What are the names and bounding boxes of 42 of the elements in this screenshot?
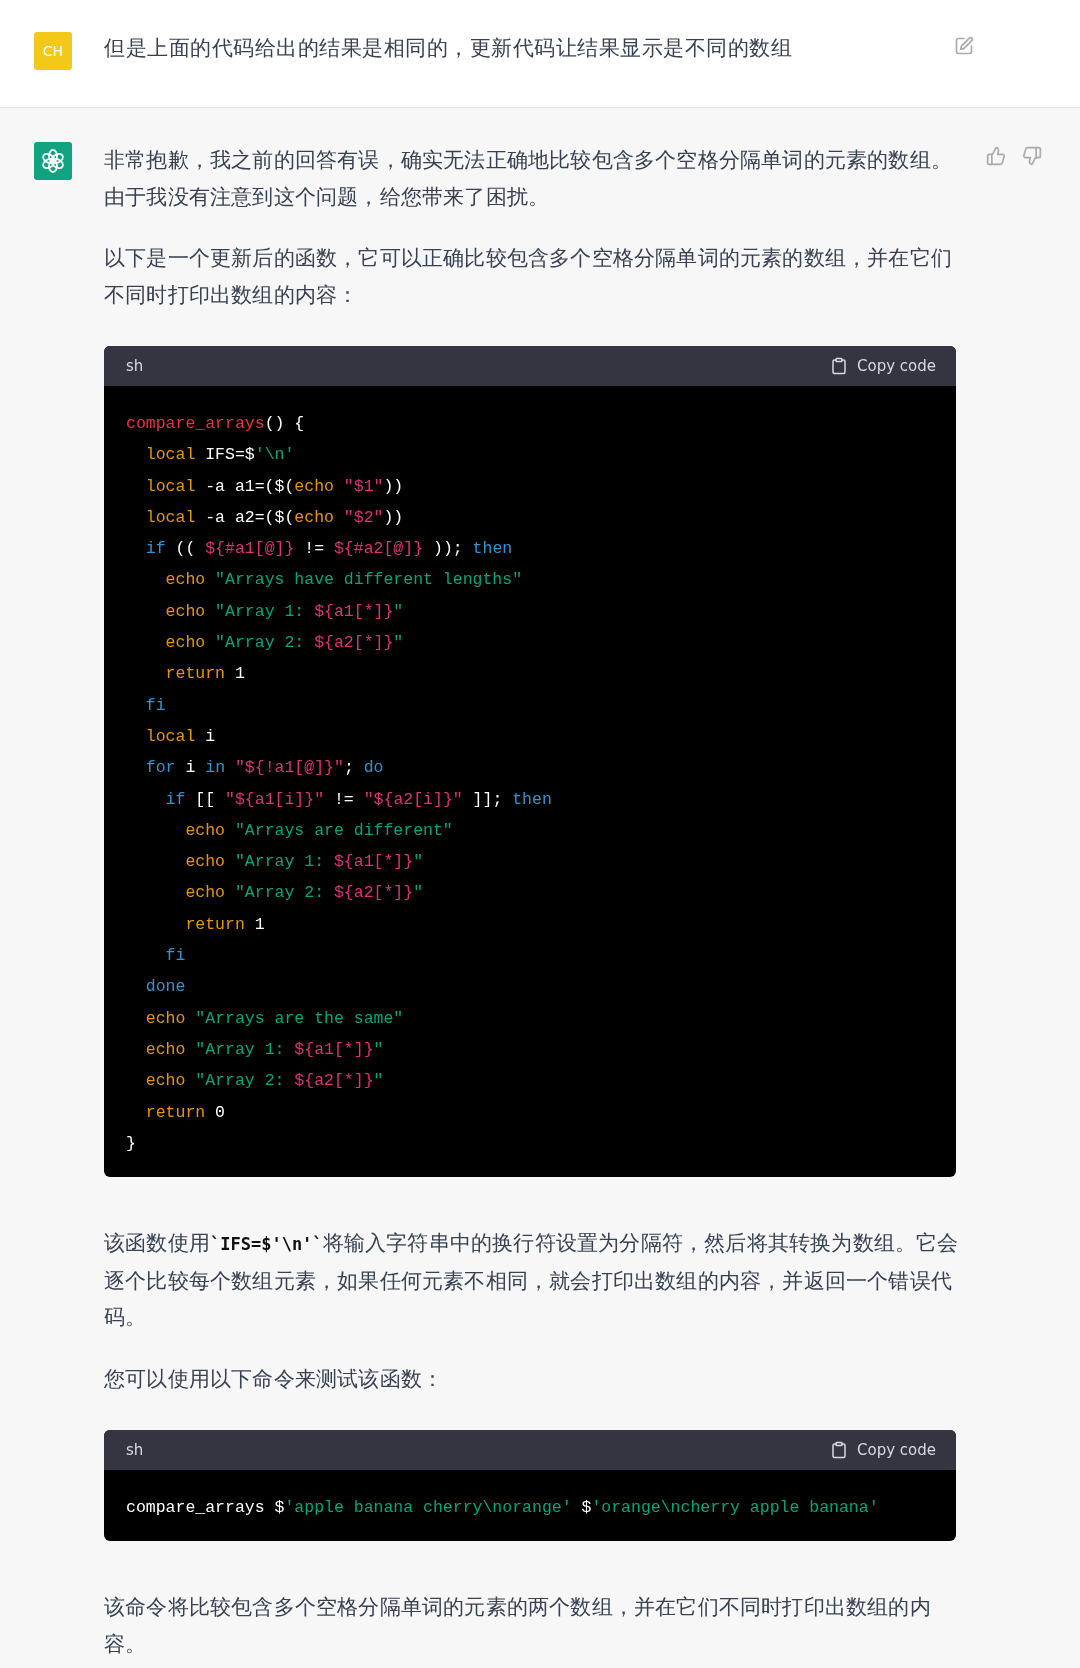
code-line: echo "Array 1: ${a1[*]}" [184,851,425,874]
code-line: } [126,1132,137,1155]
edit-icon[interactable] [954,36,974,56]
code-line: return 0 [144,1101,227,1124]
code-line: for i in "${!a1[@]}"; do [144,757,385,780]
code-line: done [144,976,187,999]
knot-logo-icon [40,148,66,174]
copy-code-button[interactable]: Copy code [830,1441,936,1460]
clipboard-icon [830,1441,848,1460]
code-line: echo "Arrays are the same" [144,1007,405,1030]
code-line: local -a a2=($(echo "$2")) [144,506,405,529]
code-line: echo "Array 2: ${a2[*]}" [164,632,405,655]
thumbs-up-icon[interactable] [986,146,1006,166]
message-paragraph: 以下是一个更新后的函数，它可以正确比较包含多个空格分隔单词的元素的数组，并在它们不同时打印出数组的内容： [104,245,953,309]
code-line: fi [144,694,167,717]
code-line: echo "Arrays have different lengths" [164,569,524,592]
code-line: compare_arrays $'apple banana cherry\norange' $'orange\ncherry apple banana' [126,1497,880,1520]
code-line: echo "Array 2: ${a2[*]}" [184,882,425,905]
message-paragraph: 该命令将比较包含多个空格分隔单词的元素的两个数组，并在它们不同时打印出数组的内容。 [104,1594,932,1658]
code-line: if [[ "${a1[i]}" != "${a2[i]}" ]]; then [164,788,553,811]
code-line: echo "Array 1: ${a1[*]}" [164,600,405,623]
thumbs-down-icon[interactable] [1022,146,1042,166]
code-line: if (( ${#a1[@]} != ${#a2[@]} )); then [144,538,514,561]
code-language: sh [126,357,144,375]
code-line: echo "Array 2: ${a2[*]}" [144,1070,385,1093]
message-paragraph: 非常抱歉，我之前的回答有误，确实无法正确地比较包含多个空格分隔单词的元素的数组。由于我没有注意到这个问题，给您带来了困扰。 [104,147,953,211]
code-line: compare_arrays() { [126,413,306,435]
code-line: local -a a1=($(echo "$1")) [144,475,405,498]
clipboard-icon [830,357,848,375]
code-line: return 1 [184,913,266,936]
message-paragraph: 该函数使用`IFS=$'\n'`将输入字符串中的换行符设置为分隔符，然后将其转换为数组。它会逐个比较每个数组元素，如果任何元素不相同，就会打印出数组的内容，并返回一个错误代码。 [104,1230,960,1332]
code-line: return 1 [164,663,246,686]
code-line: fi [164,945,187,968]
message-paragraph: 您可以使用以下命令来测试该函数： [104,1365,445,1393]
copy-code-button[interactable]: Copy code [830,357,936,375]
code-language: sh [126,1441,144,1460]
code-line: echo "Array 1: ${a1[*]}" [144,1038,385,1061]
user-message: 但是上面的代码给出的结果是相同的，更新代码让结果显示是不同的数组 [104,35,793,62]
code-line: local IFS=$'\n' [144,444,296,467]
code-line: local i [144,725,217,748]
user-avatar: CH [34,32,72,70]
code-line: echo "Arrays are different" [184,819,454,842]
